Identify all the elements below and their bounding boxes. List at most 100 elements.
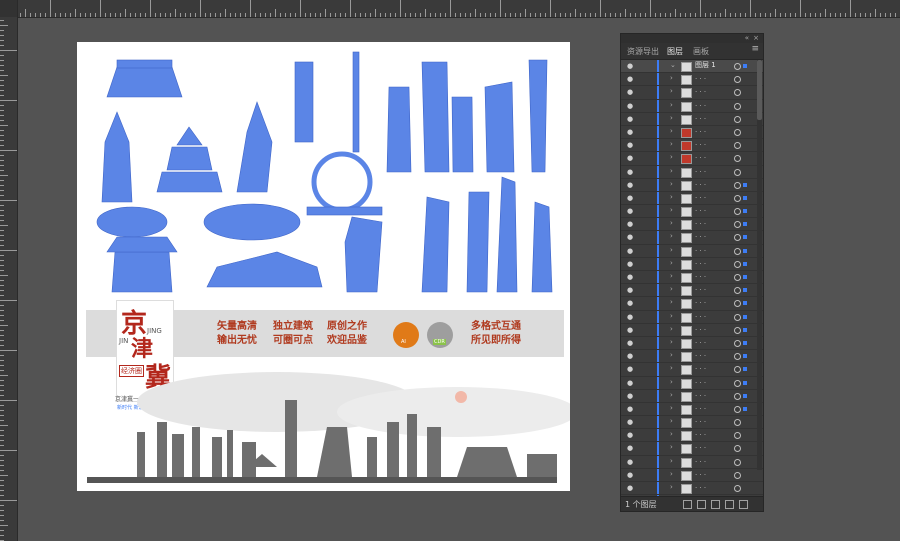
expand-chevron-icon[interactable]: ›	[670, 338, 673, 346]
collapse-icon[interactable]: «	[745, 34, 749, 42]
target-circle-icon[interactable]	[734, 102, 741, 110]
target-circle-icon[interactable]	[734, 194, 741, 202]
sublayer-row[interactable]: ● › . . .	[621, 231, 763, 245]
target-circle-icon[interactable]	[734, 392, 741, 400]
visibility-eye-icon[interactable]: ●	[627, 418, 633, 426]
sublayer-row[interactable]: ● › . . .	[621, 310, 763, 324]
target-circle-icon[interactable]	[734, 260, 741, 268]
expand-chevron-icon[interactable]: ›	[670, 87, 673, 95]
sublayer-row[interactable]: ● › . . .	[621, 218, 763, 232]
expand-chevron-icon[interactable]: ›	[670, 430, 673, 438]
visibility-eye-icon[interactable]: ●	[627, 154, 633, 162]
target-circle-icon[interactable]	[734, 155, 741, 163]
sublayer-row[interactable]: ● › . . .	[621, 257, 763, 271]
target-circle-icon[interactable]	[734, 63, 741, 70]
visibility-eye-icon[interactable]: ●	[627, 379, 633, 387]
target-circle-icon[interactable]	[734, 366, 741, 374]
visibility-eye-icon[interactable]: ●	[627, 220, 633, 228]
target-circle-icon[interactable]	[734, 76, 741, 84]
target-circle-icon[interactable]	[734, 326, 741, 334]
tab-asset-export[interactable]: 资源导出	[627, 46, 659, 57]
target-circle-icon[interactable]	[734, 247, 741, 255]
visibility-eye-icon[interactable]: ●	[627, 313, 633, 321]
expand-chevron-icon[interactable]: ›	[670, 74, 673, 82]
delete-layer-icon[interactable]	[739, 500, 748, 509]
target-circle-icon[interactable]	[734, 168, 741, 176]
expand-chevron-icon[interactable]: ›	[670, 364, 673, 372]
locate-icon[interactable]	[683, 500, 692, 509]
sublayer-row[interactable]: ● › . . .	[621, 336, 763, 351]
expand-chevron-icon[interactable]: ›	[670, 457, 673, 465]
sublayer-row[interactable]: ● › . . .	[621, 191, 763, 206]
expand-chevron-icon[interactable]: ›	[670, 470, 673, 478]
visibility-eye-icon[interactable]: ●	[627, 233, 633, 241]
visibility-eye-icon[interactable]: ●	[627, 260, 633, 268]
sublayer-row[interactable]: ● › . . .	[621, 482, 763, 496]
visibility-eye-icon[interactable]: ●	[627, 471, 633, 479]
visibility-eye-icon[interactable]: ●	[627, 326, 633, 334]
visibility-eye-icon[interactable]: ●	[627, 458, 633, 466]
visibility-eye-icon[interactable]: ●	[627, 88, 633, 96]
expand-chevron-icon[interactable]: ›	[670, 391, 673, 399]
sublayer-row[interactable]: ● › . . .	[621, 429, 763, 443]
visibility-eye-icon[interactable]: ●	[627, 62, 633, 70]
expand-chevron-icon[interactable]: ›	[670, 312, 673, 320]
target-circle-icon[interactable]	[734, 379, 741, 387]
visibility-eye-icon[interactable]: ●	[627, 247, 633, 255]
expand-chevron-icon[interactable]: ›	[670, 351, 673, 359]
expand-chevron-icon[interactable]: ›	[670, 101, 673, 109]
visibility-eye-icon[interactable]: ●	[627, 444, 633, 452]
layer-row-main[interactable]: ● ⌄ 图层 1	[621, 60, 763, 74]
expand-chevron-icon[interactable]: ›	[670, 298, 673, 306]
visibility-eye-icon[interactable]: ●	[627, 102, 633, 110]
sublayer-row[interactable]: ● › . . .	[621, 363, 763, 377]
sublayer-row[interactable]: ● › . . .	[621, 376, 763, 390]
target-circle-icon[interactable]	[734, 445, 741, 453]
expand-chevron-icon[interactable]: ›	[670, 127, 673, 135]
expand-chevron-icon[interactable]: ›	[670, 167, 673, 175]
target-circle-icon[interactable]	[734, 313, 741, 321]
clip-mask-icon[interactable]	[697, 500, 706, 509]
visibility-eye-icon[interactable]: ●	[627, 299, 633, 307]
sublayer-row[interactable]: ● › . . .	[621, 73, 763, 87]
visibility-eye-icon[interactable]: ●	[627, 365, 633, 373]
sublayer-row[interactable]: ● › . . .	[621, 416, 763, 430]
panel-header[interactable]: « ×	[621, 34, 763, 43]
target-circle-icon[interactable]	[734, 128, 741, 136]
layers-panel[interactable]: « × 资源导出 图层 画板 ≡ ● ⌄ 图层 1 ● › . . . ● › . . . ● ›.…	[620, 33, 764, 512]
layer-list[interactable]: ● ⌄ 图层 1 ● › . . . ● › . . . ● › . . . ● › . . . ● › . . …	[621, 60, 763, 509]
visibility-eye-icon[interactable]: ●	[627, 181, 633, 189]
target-circle-icon[interactable]	[734, 485, 741, 492]
layer-scrollbar[interactable]	[757, 60, 762, 470]
artboard[interactable]: 京 津 冀 JIN JING JI 经济圈 京津冀一体化 新时代 新速度 矢量高…	[77, 42, 570, 491]
visibility-eye-icon[interactable]: ●	[627, 392, 633, 400]
expand-chevron-icon[interactable]: ›	[670, 272, 673, 280]
sublayer-row[interactable]: ● › . . .	[621, 152, 763, 166]
visibility-eye-icon[interactable]: ●	[627, 405, 633, 413]
new-layer-icon[interactable]	[725, 500, 734, 509]
target-circle-icon[interactable]	[734, 300, 741, 308]
close-icon[interactable]: ×	[753, 34, 759, 42]
expand-chevron-icon[interactable]: ›	[670, 259, 673, 267]
visibility-eye-icon[interactable]: ●	[627, 484, 633, 492]
expand-chevron-icon[interactable]: ›	[670, 153, 673, 161]
sublayer-row[interactable]: ● › . . .	[621, 350, 763, 364]
target-circle-icon[interactable]	[734, 142, 741, 150]
ruler-origin[interactable]	[0, 0, 17, 17]
sublayer-row[interactable]: ● › . . .	[621, 442, 763, 456]
visibility-eye-icon[interactable]: ●	[627, 431, 633, 439]
target-circle-icon[interactable]	[734, 115, 741, 123]
new-sublayer-icon[interactable]	[711, 500, 720, 509]
sublayer-row[interactable]: ● › . . .	[621, 99, 763, 113]
visibility-eye-icon[interactable]: ●	[627, 339, 633, 347]
target-circle-icon[interactable]	[734, 419, 741, 427]
sublayer-row[interactable]: ● › . . .	[621, 165, 763, 179]
expand-chevron-icon[interactable]: ›	[670, 114, 673, 122]
target-circle-icon[interactable]	[734, 432, 741, 440]
sublayer-row[interactable]: ● › . . .	[621, 139, 763, 153]
expand-chevron-icon[interactable]: ›	[670, 443, 673, 451]
visibility-eye-icon[interactable]: ●	[627, 115, 633, 123]
target-circle-icon[interactable]	[734, 208, 741, 216]
visibility-eye-icon[interactable]: ●	[627, 207, 633, 215]
target-circle-icon[interactable]	[734, 234, 741, 242]
